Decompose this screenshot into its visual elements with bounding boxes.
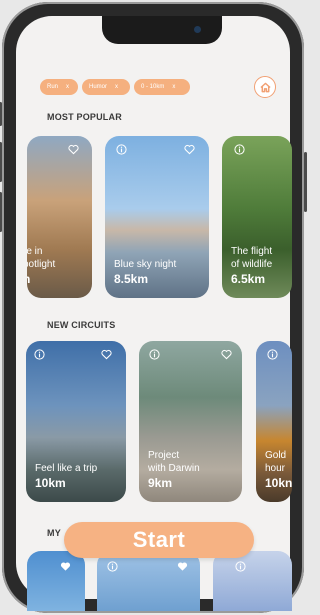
camera-icon xyxy=(194,26,201,33)
circuit-card[interactable]: Feel like a trip 10km xyxy=(26,341,126,502)
popular-card[interactable]: The flight of wildlife 6.5km xyxy=(222,136,292,298)
card-caption: re in potlight n xyxy=(27,245,55,286)
card-title-line: hour xyxy=(265,463,286,474)
card-title-line: The flight xyxy=(231,246,273,257)
card-distance: 9km xyxy=(148,476,173,490)
heart-filled-icon[interactable] xyxy=(60,561,71,572)
info-icon[interactable] xyxy=(267,349,278,360)
card-title-line: potlight xyxy=(27,259,56,270)
remove-filter-icon[interactable]: x xyxy=(172,84,175,90)
card-distance: n xyxy=(27,273,55,286)
notch xyxy=(102,16,222,44)
card-caption: Blue sky night 8.5km xyxy=(114,258,176,286)
app-screen xyxy=(16,16,290,599)
filter-chip-run[interactable]: Run x xyxy=(40,79,78,95)
card-caption: Feel like a trip 10km xyxy=(35,462,97,490)
card-title-line: Blue sky night xyxy=(114,259,177,270)
section-title-new-circuits: NEW CIRCUITS xyxy=(47,320,116,330)
filter-chip-distance[interactable]: 0 - 10km x xyxy=(134,79,190,95)
info-icon[interactable] xyxy=(235,561,246,572)
card-caption: Project with Darwin 9km xyxy=(148,449,200,490)
saved-card[interactable] xyxy=(213,551,292,611)
card-title-line: of wildlife xyxy=(231,259,273,270)
mute-switch xyxy=(0,102,2,126)
power-button xyxy=(304,152,307,212)
info-icon[interactable] xyxy=(149,349,160,360)
card-title-line: Feel like a trip xyxy=(35,463,98,474)
heart-icon[interactable] xyxy=(101,349,112,360)
circuit-card[interactable]: Project with Darwin 9km xyxy=(139,341,242,502)
card-distance: 8.5km xyxy=(114,272,149,286)
card-distance: 10kn xyxy=(265,476,292,490)
home-icon xyxy=(259,82,271,92)
filter-chip-label: Run xyxy=(47,84,59,90)
saved-card[interactable] xyxy=(27,551,85,611)
card-title-line: with Darwin xyxy=(148,463,200,474)
saved-card[interactable] xyxy=(97,551,200,611)
card-caption: Gold hour 10kn xyxy=(265,449,292,490)
filter-chip-label: 0 - 10km xyxy=(141,84,165,90)
filter-chip-label: Humor xyxy=(89,84,108,90)
popular-card[interactable]: Blue sky night 8.5km xyxy=(105,136,209,298)
card-distance: 6.5km xyxy=(231,272,266,286)
volume-up-button xyxy=(0,142,2,182)
card-title-line: Gold xyxy=(265,450,287,461)
info-icon[interactable] xyxy=(234,144,245,155)
heart-filled-icon[interactable] xyxy=(177,561,188,572)
section-title-most-popular: MOST POPULAR xyxy=(47,112,122,122)
heart-icon[interactable] xyxy=(184,144,195,155)
start-button[interactable]: Start xyxy=(64,522,254,558)
info-icon[interactable] xyxy=(116,144,127,155)
home-button[interactable] xyxy=(254,76,276,98)
popular-card[interactable]: re in potlight n xyxy=(27,136,92,298)
heart-icon[interactable] xyxy=(68,144,79,155)
card-caption: The flight of wildlife 6.5km xyxy=(231,245,272,286)
remove-filter-icon[interactable]: x xyxy=(115,84,118,90)
filter-chips: Run x Humor x 0 - 10km x xyxy=(40,79,190,95)
remove-filter-icon[interactable]: x xyxy=(66,84,69,90)
heart-icon[interactable] xyxy=(221,349,232,360)
card-title-line: re in xyxy=(27,246,43,257)
circuit-card[interactable]: Gold hour 10kn xyxy=(256,341,292,502)
filter-chip-humor[interactable]: Humor x xyxy=(82,79,130,95)
info-icon[interactable] xyxy=(107,561,118,572)
card-distance: 10km xyxy=(35,476,66,490)
section-title-my: MY xyxy=(47,528,61,538)
info-icon[interactable] xyxy=(34,349,45,360)
volume-down-button xyxy=(0,192,2,232)
card-title-line: Project xyxy=(148,450,180,461)
